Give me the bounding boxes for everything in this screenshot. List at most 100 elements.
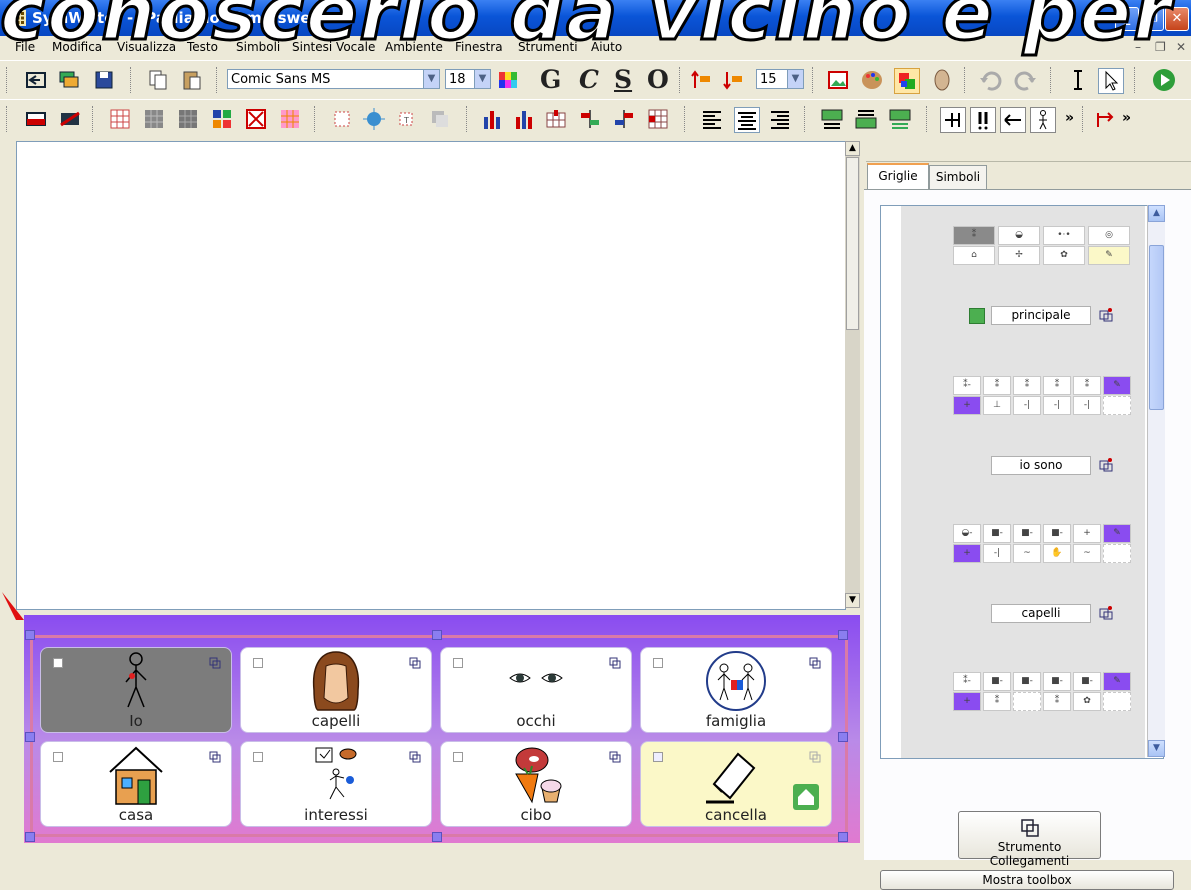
scroll-up-button[interactable]: ▲ (1148, 205, 1165, 222)
tab-simboli[interactable]: Simboli (929, 165, 987, 189)
grid-cell-io[interactable]: Io (40, 647, 232, 733)
grid-list-scrollbar[interactable]: ▲ ▼ (1147, 205, 1165, 757)
menu-aiuto[interactable]: Aiuto (591, 40, 622, 54)
grid-icon[interactable] (108, 107, 132, 131)
minimize-button[interactable]: _ (1115, 7, 1139, 31)
grid-cell-cancella[interactable]: cancella (640, 741, 832, 827)
decrease-size-icon[interactable] (722, 68, 746, 92)
grid-cell-cibo[interactable]: cibo (440, 741, 632, 827)
link-icon[interactable] (609, 751, 621, 763)
align-left-icon[interactable] (700, 107, 724, 131)
link-icon[interactable] (409, 657, 421, 669)
chevron-down-icon[interactable]: ▼ (474, 70, 490, 88)
grid-cell-casa[interactable]: casa (40, 741, 232, 827)
menu-file[interactable]: File (15, 40, 35, 54)
link-icon[interactable] (809, 751, 821, 763)
resize-handle[interactable] (25, 732, 35, 742)
symbol-above-icon[interactable] (820, 107, 844, 131)
cell-checkbox[interactable] (453, 752, 463, 762)
scroll-thumb[interactable] (846, 157, 859, 330)
cell-checkbox[interactable] (453, 658, 463, 668)
grid-cell-capelli[interactable]: capelli (240, 647, 432, 733)
link-icon[interactable] (809, 657, 821, 669)
layer-icon[interactable] (428, 107, 452, 131)
insert-column-left-icon[interactable] (480, 107, 504, 131)
menu-ambiente[interactable]: Ambiente (385, 40, 443, 54)
resize-handle[interactable] (432, 630, 442, 640)
tab-griglie[interactable]: Griglie (867, 163, 929, 189)
resize-handle[interactable] (838, 732, 848, 742)
text-cursor-icon[interactable] (1066, 68, 1090, 92)
increase-size-icon[interactable] (690, 68, 714, 92)
cell-checkbox[interactable] (653, 752, 663, 762)
cell-checkbox[interactable] (653, 658, 663, 668)
grid-dark-icon[interactable] (176, 107, 200, 131)
resize-handle[interactable] (25, 832, 35, 842)
link-icon[interactable] (609, 657, 621, 669)
cell-border-icon[interactable] (330, 107, 354, 131)
menu-testo[interactable]: Testo (187, 40, 218, 54)
menu-modifica[interactable]: Modifica (52, 40, 102, 54)
resize-handle[interactable] (838, 832, 848, 842)
scroll-down-button[interactable]: ▼ (1148, 740, 1165, 757)
grid-name-io-sono[interactable]: io sono (991, 456, 1091, 475)
resize-handle[interactable] (838, 630, 848, 640)
insert-row-above-icon[interactable] (578, 107, 602, 131)
link-icon[interactable] (209, 657, 221, 669)
close-button[interactable]: ✕ (1165, 7, 1189, 31)
menu-sintesi-vocale[interactable]: Sintesi Vocale (292, 40, 375, 54)
paste-icon[interactable] (180, 68, 204, 92)
exclamation-symbol-icon[interactable] (970, 107, 996, 133)
link-icon[interactable] (1099, 606, 1113, 620)
resize-handle[interactable] (432, 832, 442, 842)
insert-column-right-icon[interactable] (512, 107, 536, 131)
color-palette-icon[interactable] (496, 68, 520, 92)
indent-icon[interactable] (1094, 107, 1118, 131)
pointer-icon[interactable] (1098, 68, 1124, 94)
link-icon[interactable] (1099, 458, 1113, 472)
menu-strumenti[interactable]: Strumenti (518, 40, 578, 54)
symbol-only-icon[interactable] (888, 107, 912, 131)
expand-icon[interactable] (244, 107, 268, 131)
outline-button[interactable]: O (647, 65, 669, 94)
person-symbol-icon[interactable] (1030, 107, 1056, 133)
insert-row-below-icon[interactable] (612, 107, 636, 131)
link-icon[interactable] (1099, 308, 1113, 322)
chevron-down-icon[interactable]: ▼ (787, 70, 803, 88)
toolbar-grip[interactable] (6, 67, 10, 93)
color-swatch-icon[interactable] (894, 68, 920, 94)
cell-checkbox[interactable] (253, 752, 263, 762)
grid-list[interactable]: ⁑ ◒ •·• ◎ ⌂ ✢ ✿ ✎ principale ⁑- ⁑ ⁑ ⁑ ⁑ … (880, 205, 1164, 759)
undo-icon[interactable] (978, 68, 1002, 92)
symbol-below-icon[interactable] (854, 107, 878, 131)
menu-simboli[interactable]: Simboli (236, 40, 280, 54)
cell-text-icon[interactable]: T (394, 107, 418, 131)
redo-icon[interactable] (1014, 68, 1038, 92)
scroll-up-button[interactable]: ▲ (845, 141, 860, 156)
strumento-collegamenti-button[interactable]: Strumento Collegamenti (958, 811, 1101, 868)
font-family-select[interactable]: Comic Sans MS ▼ (227, 69, 440, 89)
menu-visualizza[interactable]: Visualizza (117, 40, 176, 54)
toolbar-grip[interactable] (6, 106, 10, 132)
cell-checkbox[interactable] (53, 752, 63, 762)
grid-name-principale[interactable]: principale (991, 306, 1091, 325)
symbol-size-select[interactable]: 15 ▼ (756, 69, 804, 89)
grid-gray-icon[interactable] (142, 107, 166, 131)
cell-colors-icon[interactable] (210, 107, 234, 131)
toolbar-more-button-2[interactable]: » (1122, 110, 1131, 126)
resize-handle[interactable] (25, 630, 35, 640)
doc-close-button[interactable]: ✕ (1176, 40, 1186, 54)
shape-icon[interactable] (930, 68, 954, 92)
underline-button[interactable]: S (614, 65, 632, 94)
toolbar-more-button[interactable]: » (1065, 110, 1074, 126)
mostra-toolbox-button[interactable]: Mostra toolbox (880, 870, 1174, 890)
italic-button[interactable]: C (579, 65, 599, 94)
insert-row-icon[interactable] (24, 107, 48, 131)
bold-button[interactable]: G (540, 65, 561, 94)
document-editor[interactable] (16, 141, 846, 610)
editor-scrollbar[interactable]: ▲ ▼ (845, 141, 860, 608)
save-icon[interactable] (92, 68, 116, 92)
table-split-icon[interactable] (646, 107, 670, 131)
scroll-thumb[interactable] (1149, 245, 1164, 410)
doc-restore-button[interactable]: ❐ (1155, 40, 1166, 54)
